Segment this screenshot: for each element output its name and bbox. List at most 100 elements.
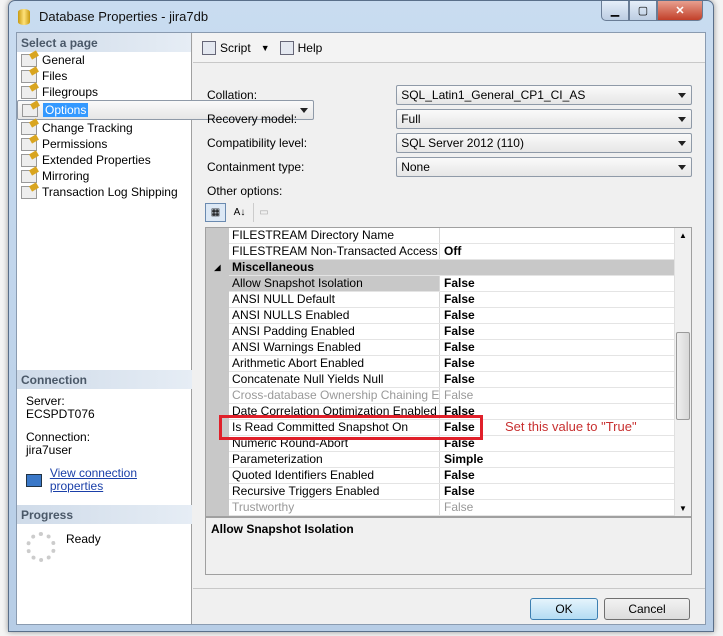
page-label: Permissions (42, 137, 108, 151)
property-value[interactable]: False (440, 324, 675, 339)
grid-property-row[interactable]: Concatenate Null Yields Null False (206, 372, 675, 388)
row-gutter (206, 292, 229, 308)
vertical-scrollbar[interactable]: ▲ ▼ (674, 228, 691, 516)
page-icon (22, 103, 38, 117)
grid-property-row[interactable]: Allow Snapshot Isolation False (206, 276, 675, 292)
view-connection-properties-link[interactable]: View connection properties (50, 467, 192, 493)
property-name: Recursive Triggers Enabled (229, 484, 440, 499)
compatibility-level-select[interactable]: SQL Server 2012 (110) (396, 133, 692, 153)
property-value[interactable]: False (440, 388, 675, 403)
connection-properties-icon (26, 473, 42, 487)
scroll-down-icon[interactable]: ▼ (675, 504, 691, 513)
categorized-view-button[interactable]: ▦ (205, 203, 226, 222)
property-value[interactable]: False (440, 500, 675, 515)
window-title: Database Properties - jira7db (39, 9, 209, 24)
script-button[interactable]: Script ▼ (199, 39, 273, 57)
page-item-extended-properties[interactable]: Extended Properties (17, 152, 191, 168)
annotation-highlight-box (219, 415, 483, 440)
annotation-text: Set this value to "True" (505, 419, 637, 434)
progress-spinner-icon (26, 532, 56, 562)
other-options-label: Other options: (207, 184, 283, 198)
page-icon (21, 185, 37, 199)
maximize-button[interactable]: ▢ (629, 1, 657, 21)
left-panel: Select a page General Files Filegroups Opti… (17, 33, 314, 624)
containment-type-select[interactable]: None (396, 157, 692, 177)
help-icon (279, 40, 294, 55)
collation-select[interactable]: SQL_Latin1_General_CP1_CI_AS (396, 85, 692, 105)
row-gutter (206, 308, 229, 324)
grid-property-row[interactable]: Parameterization Simple (206, 452, 675, 468)
grid-property-row[interactable]: ANSI Warnings Enabled False (206, 340, 675, 356)
close-button[interactable]: ✕ (657, 1, 703, 21)
options-page: Script ▼ Help Collation: SQL_Latin1_Genera… (193, 33, 705, 624)
property-name: ANSI Warnings Enabled (229, 340, 440, 355)
connection-value: jira7user (26, 443, 73, 457)
property-value[interactable]: False (440, 468, 675, 483)
property-name: Arithmetic Abort Enabled (229, 356, 440, 371)
property-value[interactable]: Off (440, 244, 675, 259)
select-page-header: Select a page (17, 33, 191, 52)
property-name: Allow Snapshot Isolation (229, 276, 440, 291)
help-button[interactable]: Help (277, 39, 326, 57)
scrollbar-thumb[interactable] (676, 332, 690, 420)
script-label: Script (220, 40, 251, 55)
chevron-down-icon[interactable]: ▼ (261, 43, 270, 53)
property-pages-button[interactable]: ▭ (253, 203, 274, 222)
page-item-files[interactable]: Files (17, 68, 191, 84)
ok-button[interactable]: OK (530, 598, 598, 620)
property-grid: FILESTREAM Directory Name FILESTREAM Non-… (205, 227, 692, 517)
minimize-button[interactable]: ▁ (601, 1, 629, 21)
row-gutter (206, 452, 229, 468)
recovery-model-label: Recovery model: (207, 112, 298, 126)
page-item-change-tracking[interactable]: Change Tracking (17, 120, 191, 136)
page-item-transaction-log-shipping[interactable]: Transaction Log Shipping (17, 184, 191, 200)
grid-property-row[interactable]: ANSI NULL Default False (206, 292, 675, 308)
cancel-button[interactable]: Cancel (604, 598, 690, 620)
page-icon (21, 169, 37, 183)
page-item-filegroups[interactable]: Filegroups (17, 84, 191, 100)
grid-property-row[interactable]: FILESTREAM Directory Name (206, 228, 675, 244)
property-value[interactable]: False (440, 372, 675, 387)
grid-property-row[interactable]: ANSI NULLS Enabled False (206, 308, 675, 324)
page-label: Extended Properties (42, 153, 151, 167)
grid-category-row[interactable]: ◢ Miscellaneous (206, 260, 675, 276)
database-icon (18, 9, 30, 25)
page-item-permissions[interactable]: Permissions (17, 136, 191, 152)
property-value[interactable]: False (440, 484, 675, 499)
grid-property-row[interactable]: Arithmetic Abort Enabled False (206, 356, 675, 372)
server-value: ECSPDT076 (26, 407, 95, 421)
property-value[interactable]: False (440, 356, 675, 371)
grid-property-row[interactable]: Cross-database Ownership Chaining Enable… (206, 388, 675, 404)
grid-property-row[interactable]: FILESTREAM Non-Transacted Access Off (206, 244, 675, 260)
property-value[interactable] (440, 228, 675, 243)
grid-property-row[interactable]: Trustworthy False (206, 500, 675, 516)
property-value[interactable] (440, 260, 675, 275)
progress-header: Progress (17, 505, 192, 524)
recovery-model-select[interactable]: Full (396, 109, 692, 129)
page-icon (21, 137, 37, 151)
property-name: FILESTREAM Non-Transacted Access (229, 244, 440, 259)
page-label: Transaction Log Shipping (42, 185, 178, 199)
alphabetical-sort-icon[interactable]: A↓ (229, 203, 250, 222)
scroll-up-icon[interactable]: ▲ (675, 231, 691, 240)
collapse-triangle-icon[interactable]: ◢ (206, 260, 229, 276)
grid-property-row[interactable]: ANSI Padding Enabled False (206, 324, 675, 340)
property-name: ANSI Padding Enabled (229, 324, 440, 339)
page-icon (21, 69, 37, 83)
progress-section: Progress Ready (17, 505, 192, 562)
help-label: Help (297, 40, 323, 55)
connection-section: Connection Server: ECSPDT076 Connection:… (17, 370, 192, 493)
property-value[interactable]: False (440, 292, 675, 307)
property-value[interactable]: False (440, 340, 675, 355)
property-value[interactable]: Simple (440, 452, 675, 467)
row-gutter (206, 372, 229, 388)
property-name: Miscellaneous (232, 260, 315, 274)
grid-property-row[interactable]: Quoted Identifiers Enabled False (206, 468, 675, 484)
row-gutter (206, 340, 229, 356)
page-item-mirroring[interactable]: Mirroring (17, 168, 191, 184)
grid-property-row[interactable]: Recursive Triggers Enabled False (206, 484, 675, 500)
page-item-general[interactable]: General (17, 52, 191, 68)
property-name: Trustworthy (229, 500, 440, 515)
property-value[interactable]: False (440, 308, 675, 323)
property-value[interactable]: False (440, 276, 675, 291)
